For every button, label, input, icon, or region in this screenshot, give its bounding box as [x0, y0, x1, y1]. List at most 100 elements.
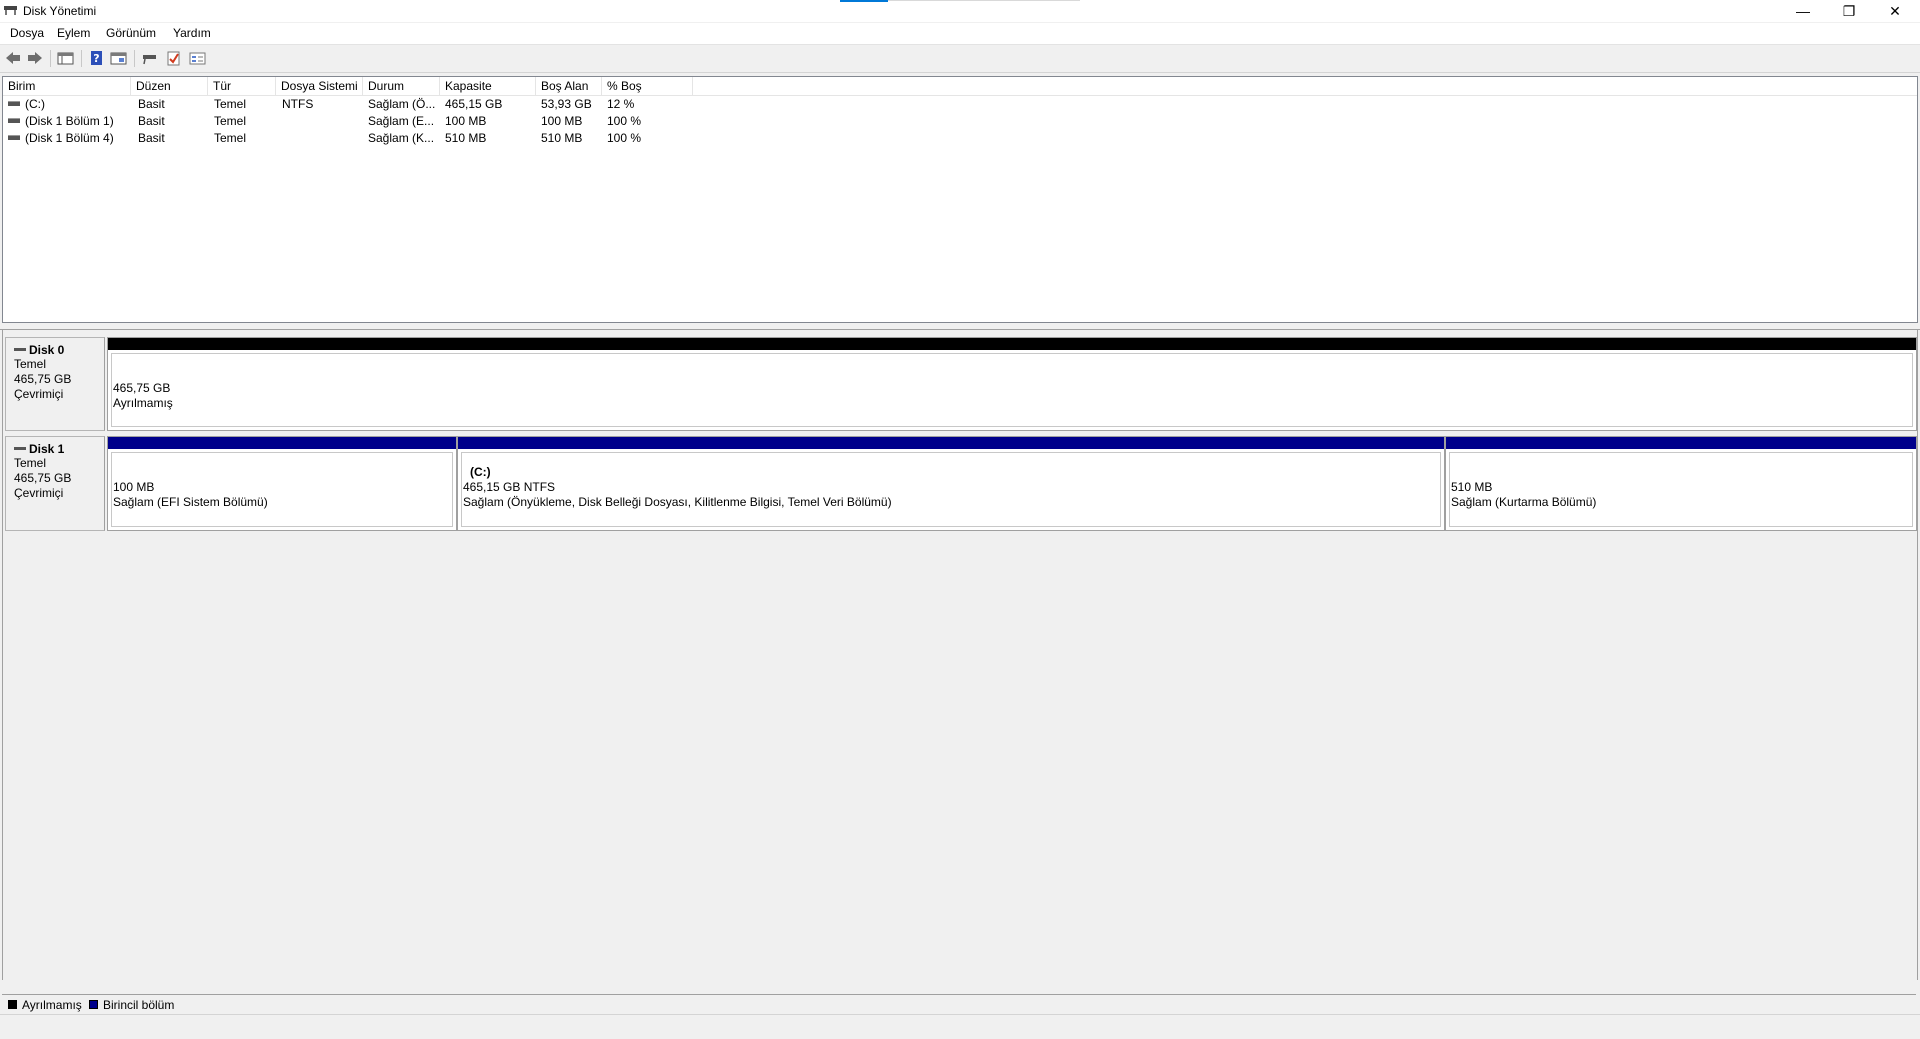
partition-status: Sağlam (EFI Sistem Bölümü)	[113, 495, 268, 509]
drive-icon	[8, 135, 20, 141]
pane-splitter[interactable]	[0, 323, 1920, 330]
volume-name-cell: (Disk 1 Bölüm 4)	[8, 130, 130, 147]
partition-size: 465,75 GB	[113, 381, 171, 395]
table-row[interactable]: (C:) Basit Temel NTFS Sağlam (Ö... 465,1…	[3, 96, 1917, 113]
percent-free-cell: 100 %	[607, 131, 642, 145]
column-header-birim[interactable]: Birim	[3, 77, 131, 95]
percent-free-cell: 100 %	[607, 114, 642, 128]
disk-0-name: Disk 0	[29, 343, 65, 357]
primary-partition-bar	[108, 437, 456, 449]
console-tree-icon[interactable]	[57, 50, 75, 66]
title-accent-line-2	[888, 0, 1080, 1]
partition-status: Sağlam (Önyükleme, Disk Belleği Dosyası,…	[463, 495, 892, 509]
svg-text:?: ?	[93, 52, 99, 65]
percent-free-cell: 12 %	[607, 97, 635, 111]
menu-gorunum[interactable]: Görünüm	[106, 26, 156, 40]
type-cell: Temel	[214, 131, 247, 145]
partition-status: Ayrılmamış	[113, 396, 173, 410]
layout-cell: Basit	[138, 131, 165, 145]
column-header-kapasite[interactable]: Kapasite	[440, 77, 536, 95]
capacity-cell: 100 MB	[445, 114, 487, 128]
menu-bar: Dosya Eylem Görünüm Yardım	[0, 23, 1920, 45]
disk-0-type: Temel	[14, 357, 47, 371]
disk-0-partition-unallocated[interactable]: 465,75 GB Ayrılmamış	[107, 337, 1917, 431]
primary-partition-bar	[458, 437, 1444, 449]
settings-icon[interactable]	[189, 50, 207, 66]
partition-status: Sağlam (Kurtarma Bölümü)	[1451, 495, 1597, 509]
disk-0-name-row: Disk 0	[14, 343, 104, 357]
disk-icon	[14, 348, 26, 352]
table-row[interactable]: (Disk 1 Bölüm 4) Basit Temel Sağlam (K..…	[3, 130, 1917, 147]
status-cell: Sağlam (E...	[368, 114, 435, 128]
legend-label-primary: Birincil bölüm	[103, 998, 175, 1012]
legend: Ayrılmamış Birincil bölüm	[2, 994, 1916, 1013]
properties-icon[interactable]	[110, 50, 128, 66]
toolbar-separator	[81, 50, 82, 67]
disk-1-name: Disk 1	[29, 442, 65, 456]
volume-name: (Disk 1 Bölüm 4)	[25, 131, 114, 145]
column-header-durum[interactable]: Durum	[363, 77, 440, 95]
legend-label-unallocated: Ayrılmamış	[22, 998, 82, 1012]
status-bar	[0, 1014, 1920, 1039]
disk-1-partition-recovery[interactable]: 510 MB Sağlam (Kurtarma Bölümü)	[1445, 436, 1917, 531]
status-cell: Sağlam (K...	[368, 131, 435, 145]
help-icon[interactable]: ?	[88, 50, 106, 66]
layout-cell: Basit	[138, 97, 165, 111]
capacity-cell: 465,15 GB	[445, 97, 503, 111]
disk-graphical-view: Disk 0 Temel 465,75 GB Çevrimiçi 465,75 …	[2, 330, 1918, 980]
title-bar: Disk Yönetimi — ❐ ✕	[0, 0, 1920, 22]
volume-name-cell: (Disk 1 Bölüm 1)	[8, 113, 130, 130]
restore-button[interactable]: ❐	[1826, 0, 1872, 22]
drive-icon	[8, 101, 20, 107]
unallocated-bar	[108, 338, 1916, 350]
type-cell: Temel	[214, 114, 247, 128]
toolbar-separator	[134, 50, 135, 67]
toolbar-separator	[50, 50, 51, 67]
filesystem-cell: NTFS	[282, 97, 314, 111]
column-header-duzen[interactable]: Düzen	[131, 77, 208, 95]
volume-name: (Disk 1 Bölüm 1)	[25, 114, 114, 128]
table-row[interactable]: (Disk 1 Bölüm 1) Basit Temel Sağlam (E..…	[3, 113, 1917, 130]
column-header-bos-alan[interactable]: Boş Alan	[536, 77, 602, 95]
check-icon[interactable]	[165, 50, 183, 66]
partition-inner	[111, 353, 1913, 427]
partition-inner	[1449, 452, 1913, 527]
legend-swatch-primary	[89, 1000, 98, 1009]
window-title: Disk Yönetimi	[23, 4, 97, 18]
disk-1-partition-efi[interactable]: 100 MB Sağlam (EFI Sistem Bölümü)	[107, 436, 457, 531]
disk-management-app-icon	[4, 6, 17, 15]
disk-0-size: 465,75 GB	[14, 372, 72, 386]
volume-name: (C:)	[25, 97, 45, 111]
partition-inner	[461, 452, 1441, 527]
forward-icon[interactable]	[26, 50, 44, 66]
menu-eylem[interactable]: Eylem	[57, 26, 90, 40]
column-header-tur[interactable]: Tür	[208, 77, 276, 95]
free-space-cell: 53,93 GB	[541, 97, 592, 111]
column-header-yuzde-bos[interactable]: % Boş	[602, 77, 693, 95]
volume-list-header: Birim Düzen Tür Dosya Sistemi Durum Kapa…	[3, 77, 1917, 96]
disk-0-label[interactable]: Disk 0 Temel 465,75 GB Çevrimiçi	[5, 337, 105, 431]
partition-inner	[111, 452, 453, 527]
connect-disk-icon[interactable]	[141, 50, 159, 66]
disk-1-label[interactable]: Disk 1 Temel 465,75 GB Çevrimiçi	[5, 436, 105, 531]
disk-1-size: 465,75 GB	[14, 471, 72, 485]
close-button[interactable]: ✕	[1872, 0, 1918, 22]
partition-size: 100 MB	[113, 480, 155, 494]
disk-1-name-row: Disk 1	[14, 442, 104, 456]
menu-dosya[interactable]: Dosya	[10, 26, 44, 40]
partition-size: 465,15 GB NTFS	[463, 480, 556, 494]
minimize-button[interactable]: —	[1780, 0, 1826, 22]
menu-yardim[interactable]: Yardım	[173, 26, 211, 40]
disk-1-partition-c[interactable]: (C:) 465,15 GB NTFS Sağlam (Önyükleme, D…	[457, 436, 1445, 531]
volume-list[interactable]: Birim Düzen Tür Dosya Sistemi Durum Kapa…	[2, 76, 1918, 323]
title-accent-line	[840, 0, 888, 2]
disk-0-status: Çevrimiçi	[14, 387, 64, 401]
toolbar: ?	[0, 45, 1920, 73]
capacity-cell: 510 MB	[445, 131, 487, 145]
column-header-dosya-sistemi[interactable]: Dosya Sistemi	[276, 77, 363, 95]
volume-name-cell: (C:)	[8, 96, 130, 113]
disk-icon	[14, 447, 26, 451]
disk-1-status: Çevrimiçi	[14, 486, 64, 500]
primary-partition-bar	[1446, 437, 1916, 449]
back-icon[interactable]	[4, 50, 22, 66]
